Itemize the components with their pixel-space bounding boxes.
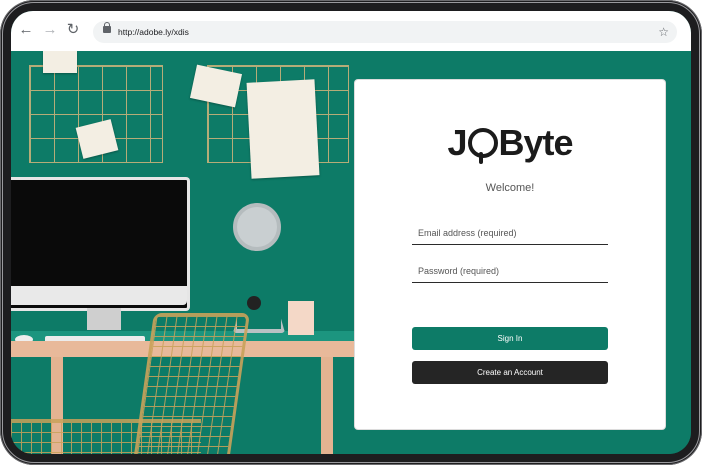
browser-toolbar: ← → ↻ http://adobe.ly/xdis ☆ (11, 11, 691, 51)
desk-leg (321, 357, 333, 454)
password-field[interactable] (412, 260, 608, 283)
back-arrow-icon[interactable]: ← (17, 21, 35, 39)
lock-icon (103, 22, 111, 33)
screen: ← → ↻ http://adobe.ly/xdis ☆ J Byte Welc… (11, 11, 691, 454)
email-input[interactable] (412, 222, 608, 244)
pinned-letter (246, 79, 320, 179)
pencil-cup (288, 301, 314, 335)
sign-in-button[interactable]: Sign In (412, 327, 608, 350)
background-photo: J Byte Welcome! Sign In Create an Account (11, 51, 691, 454)
chair-seat (11, 419, 201, 454)
login-card: J Byte Welcome! Sign In Create an Account (355, 80, 665, 429)
monitor-stand (87, 308, 121, 330)
welcome-text: Welcome! (485, 182, 535, 194)
pinned-note (43, 51, 77, 73)
magnifier-icon (467, 128, 498, 164)
clock (233, 203, 281, 251)
jobyte-logo: J Byte (355, 122, 665, 164)
tablet-frame: ← → ↻ http://adobe.ly/xdis ☆ J Byte Welc… (0, 0, 702, 465)
monitor-chin (11, 286, 187, 305)
create-account-button[interactable]: Create an Account (412, 361, 608, 384)
url-text: http://adobe.ly/xdis (118, 27, 189, 37)
address-bar[interactable]: http://adobe.ly/xdis ☆ (93, 21, 677, 43)
email-field[interactable] (412, 222, 608, 245)
logo-text-left: J (447, 122, 467, 163)
bookmark-star-icon[interactable]: ☆ (658, 21, 669, 43)
clock-pendulum (247, 296, 261, 310)
reload-icon[interactable]: ↻ (64, 21, 82, 39)
password-input[interactable] (412, 260, 608, 282)
forward-arrow-icon[interactable]: → (41, 21, 59, 39)
logo-text-right: Byte (498, 122, 574, 163)
